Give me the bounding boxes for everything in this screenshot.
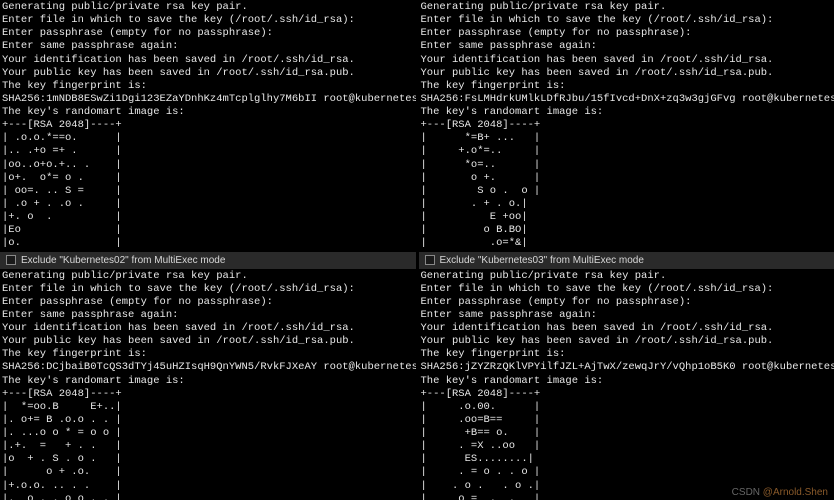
terminal-line: | .o.o.*==o. | <box>2 132 414 145</box>
exclude-bar: Exclude "Kubernetes03" from MultiExec mo… <box>419 252 834 269</box>
terminal-line: +---[RSA 2048]----+ <box>421 119 833 132</box>
terminal-line: |. ...o o * = o o | <box>2 427 414 440</box>
terminal-line: +---[RSA 2048]----+ <box>421 388 833 401</box>
terminal-line: Enter file in which to save the key (/ro… <box>2 14 414 27</box>
terminal-line: |o. | <box>2 237 414 248</box>
terminal-line: Your identification has been saved in /r… <box>421 54 833 67</box>
pane-kubernetes04[interactable]: Exclude "Kubernetes02" from MultiExec mo… <box>0 252 416 500</box>
terminal-line: Generating public/private rsa key pair. <box>421 270 833 283</box>
terminal-line: Enter file in which to save the key (/ro… <box>421 283 833 296</box>
terminal-line: | o + .o. | <box>2 466 414 479</box>
terminal-line: Enter same passphrase again: <box>2 309 414 322</box>
exclude-checkbox[interactable] <box>425 255 435 265</box>
terminal-line: +---[RSA 2048]----+ <box>2 388 414 401</box>
terminal-line: Enter file in which to save the key (/ro… <box>421 14 833 27</box>
terminal-line: | *=B+ ... | <box>421 132 833 145</box>
terminal-line: |oo..o+o.+.. . | <box>2 159 414 172</box>
terminal-output[interactable]: Generating public/private rsa key pair.E… <box>0 0 416 249</box>
terminal-line: | *o=.. | <box>421 159 833 172</box>
terminal-line: | .o + . .o . | <box>2 198 414 211</box>
terminal-line: The key's randomart image is: <box>421 375 833 388</box>
pane-kubernetes02[interactable]: Generating public/private rsa key pair.E… <box>0 0 416 249</box>
terminal-line: Generating public/private rsa key pair. <box>2 270 414 283</box>
terminal-line: | oo=. .. S = | <box>2 185 414 198</box>
exclude-label[interactable]: Exclude "Kubernetes03" from MultiExec mo… <box>440 255 644 266</box>
terminal-line: The key fingerprint is: <box>2 348 414 361</box>
terminal-grid: Generating public/private rsa key pair.E… <box>0 0 834 500</box>
watermark-site: CSDN <box>732 487 760 498</box>
exclude-bar: Exclude "Kubernetes02" from MultiExec mo… <box>0 252 416 269</box>
terminal-line: Your identification has been saved in /r… <box>2 54 414 67</box>
watermark: CSDN @Arnold.Shen <box>732 487 828 498</box>
terminal-line: The key fingerprint is: <box>2 80 414 93</box>
terminal-line: SHA256:1mNDB8ESwZi1Dgi123EZaYDnhKz4mTcpl… <box>2 93 414 106</box>
terminal-line: | S o . o | <box>421 185 833 198</box>
terminal-line: |o + . S . o . | <box>2 453 414 466</box>
terminal-line: Your public key has been saved in /root/… <box>2 67 414 80</box>
terminal-line: | . =X ..oo | <box>421 440 833 453</box>
terminal-line: |+.o.o. .. . . | <box>2 480 414 493</box>
terminal-line: Enter passphrase (empty for no passphras… <box>421 296 833 309</box>
terminal-line: |Eo | <box>2 224 414 237</box>
terminal-line: |o+. o*= o . | <box>2 172 414 185</box>
terminal-line: +---[RSA 2048]----+ <box>2 119 414 132</box>
terminal-line: Generating public/private rsa key pair. <box>421 1 833 14</box>
exclude-checkbox[interactable] <box>6 255 16 265</box>
terminal-line: | *=oo.B E+..| <box>2 401 414 414</box>
terminal-line: Enter same passphrase again: <box>421 309 833 322</box>
terminal-line: | .oo=B== | <box>421 414 833 427</box>
terminal-line: Your public key has been saved in /root/… <box>421 67 833 80</box>
terminal-line: Enter same passphrase again: <box>2 40 414 53</box>
terminal-line: Enter passphrase (empty for no passphras… <box>2 27 414 40</box>
terminal-line: The key's randomart image is: <box>421 106 833 119</box>
terminal-line: | +B== o. | <box>421 427 833 440</box>
terminal-line: Enter file in which to save the key (/ro… <box>2 283 414 296</box>
terminal-line: | E +oo| <box>421 211 833 224</box>
terminal-line: The key fingerprint is: <box>421 80 833 93</box>
terminal-output[interactable]: Generating public/private rsa key pair.E… <box>0 269 416 500</box>
pane-kubernetes03[interactable]: Generating public/private rsa key pair.E… <box>419 0 834 249</box>
terminal-line: | o B.BO| <box>421 224 833 237</box>
terminal-line: The key fingerprint is: <box>421 348 833 361</box>
terminal-line: SHA256:FsLMHdrkUMlkLDfRJbu/15fIvcd+DnX+z… <box>421 93 833 106</box>
terminal-line: |.. .+o =+ . | <box>2 145 414 158</box>
terminal-output[interactable]: Generating public/private rsa key pair.E… <box>419 0 834 249</box>
terminal-line: Enter same passphrase again: <box>421 40 833 53</box>
terminal-line: | ES........| <box>421 453 833 466</box>
watermark-author: @Arnold.Shen <box>763 487 828 498</box>
terminal-line: Your identification has been saved in /r… <box>2 322 414 335</box>
terminal-line: The key's randomart image is: <box>2 106 414 119</box>
terminal-line: SHA256:DCjbaiB0TcQS3dTYj45uHZIsqH9QnYWN5… <box>2 361 414 374</box>
terminal-line: | . + . o.| <box>421 198 833 211</box>
terminal-line: | . = o . . o | <box>421 466 833 479</box>
terminal-line: | .o=*&| <box>421 237 833 248</box>
terminal-line: SHA256:jZYZRzQKlVPYilfJZL+AjTwX/zewqJrY/… <box>421 361 833 374</box>
terminal-line: | +.o*=.. | <box>421 145 833 158</box>
terminal-line: Generating public/private rsa key pair. <box>2 1 414 14</box>
terminal-output[interactable]: Generating public/private rsa key pair.E… <box>419 269 834 500</box>
terminal-line: |.+. = + . . | <box>2 440 414 453</box>
terminal-line: |. o+= B .o.o . . | <box>2 414 414 427</box>
terminal-line: |. o . . o o . . | <box>2 493 414 500</box>
pane-kubernetes05[interactable]: Exclude "Kubernetes03" from MultiExec mo… <box>419 252 834 500</box>
exclude-label[interactable]: Exclude "Kubernetes02" from MultiExec mo… <box>21 255 225 266</box>
terminal-line: Enter passphrase (empty for no passphras… <box>421 27 833 40</box>
terminal-line: | o +. | <box>421 172 833 185</box>
terminal-line: Your identification has been saved in /r… <box>421 322 833 335</box>
terminal-line: Enter passphrase (empty for no passphras… <box>2 296 414 309</box>
terminal-line: The key's randomart image is: <box>2 375 414 388</box>
terminal-line: |+. o . | <box>2 211 414 224</box>
terminal-line: Your public key has been saved in /root/… <box>2 335 414 348</box>
terminal-line: Your public key has been saved in /root/… <box>421 335 833 348</box>
terminal-line: | .o.00. | <box>421 401 833 414</box>
